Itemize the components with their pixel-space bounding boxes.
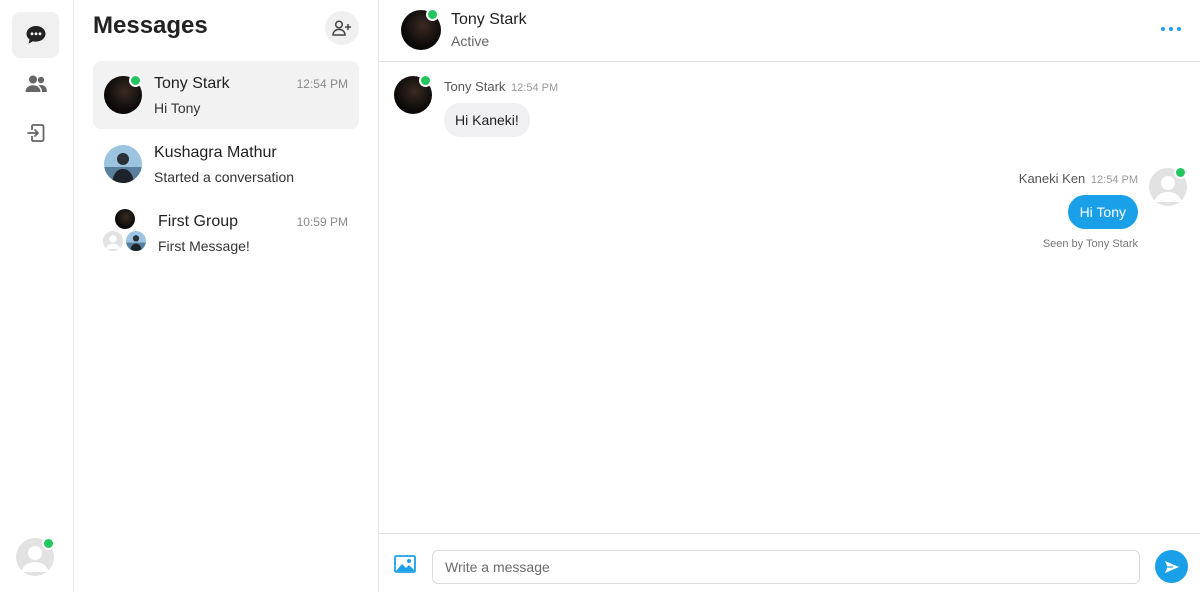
send-button[interactable] [1155, 550, 1188, 583]
chat-contact-status: Active [451, 33, 490, 49]
avatar [104, 74, 142, 114]
message-meta: Tony Stark 12:54 PM [444, 79, 558, 94]
conversation-time: 12:54 PM [296, 77, 348, 91]
send-icon [1164, 560, 1179, 573]
attach-image-button[interactable] [394, 554, 416, 574]
online-indicator [426, 8, 439, 21]
group-member-avatar [115, 209, 135, 229]
conversation-item[interactable]: First Group First Message! 10:59 PM [93, 199, 359, 267]
page-title: Messages [93, 12, 208, 39]
conversation-item[interactable]: Tony Stark Hi Tony 12:54 PM [93, 61, 359, 129]
new-conversation-button[interactable] [325, 11, 359, 45]
nav-people-button[interactable] [12, 61, 59, 107]
avatar[interactable] [401, 8, 441, 50]
add-user-icon [332, 20, 351, 36]
chat-panel: Tony Stark Active Tony Stark 12:54 PM Hi… [379, 0, 1200, 592]
online-indicator [42, 537, 55, 550]
group-member-avatar [126, 231, 146, 251]
seen-receipt: Seen by Tony Stark [1042, 238, 1138, 250]
message-sender-avatar [394, 74, 432, 114]
message-sender: Tony Stark [444, 79, 506, 94]
online-indicator [129, 74, 142, 87]
conversation-list-panel: Messages Tony Stark Hi Tony 12:54 PM Kus… [74, 0, 379, 592]
online-indicator [1174, 166, 1187, 179]
avatar [104, 145, 142, 183]
conversation-preview: Started a conversation [154, 169, 295, 185]
profile-photo [104, 145, 142, 183]
messenger-app: Messages Tony Stark Hi Tony 12:54 PM Kus… [0, 0, 1200, 592]
current-user-avatar[interactable] [16, 537, 55, 576]
conversation-name: Tony Stark [154, 75, 230, 92]
conversation-preview: Hi Tony [154, 100, 201, 116]
conversation-name: First Group [158, 213, 239, 230]
message-time: 12:54 PM [511, 82, 559, 94]
message-bubble-outgoing: Hi Tony [1067, 195, 1138, 229]
message-input[interactable] [432, 550, 1140, 584]
conversation-item[interactable]: Kushagra Mathur Started a conversation [93, 130, 359, 198]
chat-contact-name: Tony Stark [451, 11, 527, 28]
chat-header: Tony Stark Active [379, 0, 1200, 62]
message-bubble-incoming: Hi Kaneki! [444, 103, 530, 137]
nav-chats-button[interactable] [12, 12, 59, 58]
conversation-name: Kushagra Mathur [154, 144, 277, 161]
users-icon [25, 75, 47, 92]
chat-bubble-icon [26, 26, 45, 44]
message-sender: Kaneki Ken [1018, 171, 1086, 186]
more-options-button[interactable] [1156, 18, 1186, 40]
conversation-preview: First Message! [158, 238, 250, 254]
online-indicator [419, 74, 432, 87]
message-time: 12:54 PM [1090, 174, 1138, 186]
nav-logout-button[interactable] [12, 110, 59, 156]
more-dots-icon [1161, 27, 1165, 31]
logout-icon [26, 124, 44, 142]
nav-rail [0, 0, 74, 592]
default-avatar-icon [103, 231, 123, 251]
group-avatar [103, 209, 147, 257]
message-composer [379, 533, 1200, 592]
message-sender-avatar [1149, 166, 1187, 206]
image-icon [394, 555, 416, 573]
conversation-time: 10:59 PM [296, 215, 348, 229]
message-meta: Kaneki Ken 12:54 PM [1019, 171, 1138, 186]
